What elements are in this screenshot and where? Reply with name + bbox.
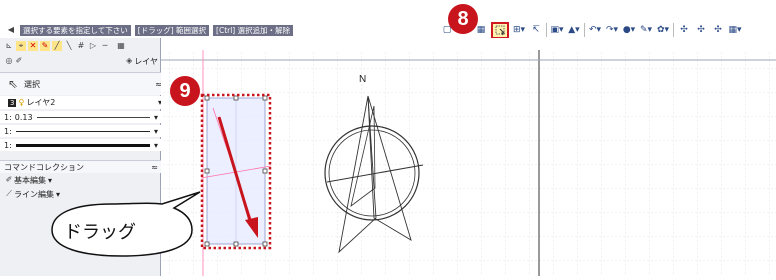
- command-section-header[interactable]: コマンドコレクション ≈: [0, 160, 164, 173]
- select-tool-icon[interactable]: ⌖: [16, 41, 26, 51]
- redo-icon[interactable]: ↷▾: [605, 23, 619, 37]
- line-width-value: 0.13: [14, 112, 33, 122]
- delete-tool-icon[interactable]: ✕: [28, 41, 38, 51]
- rotate-icon[interactable]: ✣: [711, 23, 725, 37]
- layer-tools-row: ◎ ✐ ◈ レイヤ: [0, 54, 164, 68]
- callout-badge-9: 9: [170, 76, 200, 106]
- chevron-down-icon: ▾: [153, 112, 158, 122]
- main-toolbar: ▢ ⊡ ▦ ⊞▾ ↸ ▣▾ ▲▾ ↶▾ ↷▾ ●▾ ✎▾ ✿▾ ✣ ✣ ✣ ▦▾: [440, 21, 742, 39]
- collapse-icon[interactable]: ≈: [151, 163, 158, 172]
- measure-icon[interactable]: ↸: [529, 23, 543, 37]
- hatch-tool-icon[interactable]: #: [76, 41, 86, 51]
- select-section-header[interactable]: ⇖ 選択 ≈: [0, 72, 168, 95]
- line-sample: [15, 130, 150, 132]
- layer-button-label: レイヤ: [134, 56, 158, 66]
- line-weight-prefix: 1:: [4, 140, 12, 150]
- section-title: 選択: [24, 79, 40, 89]
- align-icon[interactable]: ⊞▾: [512, 23, 526, 37]
- copy-icon[interactable]: ✣: [694, 23, 708, 37]
- undo-icon[interactable]: ↶▾: [588, 23, 602, 37]
- status-hint-drag: [ドラッグ] 範囲選択: [134, 24, 210, 36]
- pen-tool-icon[interactable]: ✎: [40, 41, 50, 51]
- move-icon[interactable]: ✣: [677, 23, 691, 37]
- light-icon[interactable]: ●▾: [622, 23, 636, 37]
- paint-icon[interactable]: ✎▾: [639, 23, 653, 37]
- table-icon[interactable]: ▦▾: [728, 23, 742, 37]
- drawing-tools-row: ⊾ ⌖ ✕ ✎ ╱ ╲ # ▷ ─ ▦: [0, 38, 164, 54]
- status-row: ◀ 選択する要素を指定して下さい [ドラッグ] 範囲選択 [Ctrl] 選択追加…: [6, 24, 294, 36]
- layer-select[interactable]: 3 ♀ レイヤ2 ▾: [0, 96, 168, 109]
- toolbar-separator: [546, 23, 547, 37]
- command-item-basic[interactable]: ✐ 基本編集 ▾: [0, 174, 164, 186]
- pencil-icon[interactable]: ✐: [14, 56, 24, 66]
- line-type-select[interactable]: 1: ▾: [0, 125, 164, 137]
- line-weight-select[interactable]: 1: ▾: [0, 139, 164, 151]
- toolbar-separator: [673, 23, 674, 37]
- status-hint-ctrl: [Ctrl] 選択追加・解除: [213, 24, 294, 36]
- line-tool-icon[interactable]: ⊾: [4, 41, 14, 51]
- callout-badge-8: 8: [448, 4, 478, 34]
- speaker-icon: ◀: [7, 25, 15, 34]
- status-hint-select: 選択する要素を指定して下さい: [20, 24, 131, 36]
- settings-icon[interactable]: ✿▾: [656, 23, 670, 37]
- chevron-down-icon: ▾: [153, 126, 158, 136]
- dim-tool-icon[interactable]: ▷: [88, 41, 98, 51]
- command-title: コマンドコレクション: [4, 162, 84, 172]
- drag-label: ドラッグ: [64, 222, 136, 243]
- chevron-down-icon: ▾: [153, 140, 158, 150]
- basic-edit-icon: ✐: [5, 175, 13, 184]
- command-item-label: 基本編集: [14, 175, 46, 185]
- line-type-prefix: 1:: [4, 126, 12, 136]
- layer-icon: ◈: [126, 56, 133, 65]
- layer-button[interactable]: ◈ レイヤ: [124, 56, 158, 67]
- line-width-select[interactable]: 1: 0.13 ▾: [0, 111, 164, 123]
- line-sample: [36, 116, 150, 118]
- area-select-button[interactable]: [491, 21, 509, 39]
- drawing-canvas[interactable]: N: [161, 38, 776, 276]
- toolbar-separator: [584, 23, 585, 37]
- layer-settings-icon[interactable]: ◎: [4, 56, 14, 66]
- line-sample: [15, 143, 150, 147]
- line-width-prefix: 1:: [4, 112, 12, 122]
- draw-tool-icon[interactable]: ╱: [52, 41, 62, 51]
- bulb-icon: ♀: [18, 97, 25, 107]
- diagonal-tool-icon[interactable]: ╲: [64, 41, 74, 51]
- chevron-down-icon: ▾: [48, 175, 53, 185]
- line-edit-icon: ⟋: [6, 189, 12, 198]
- view-icon[interactable]: ▣▾: [550, 23, 564, 37]
- print-icon[interactable]: ▲▾: [567, 23, 581, 37]
- table-tool-icon[interactable]: ▦: [116, 41, 126, 51]
- layer-value: レイヤ2: [26, 98, 56, 107]
- selected-element[interactable]: [161, 38, 776, 276]
- layer-number-icon: 3: [8, 98, 17, 107]
- cursor-icon: ⇖: [8, 77, 19, 91]
- rule-tool-icon[interactable]: ─: [100, 41, 110, 51]
